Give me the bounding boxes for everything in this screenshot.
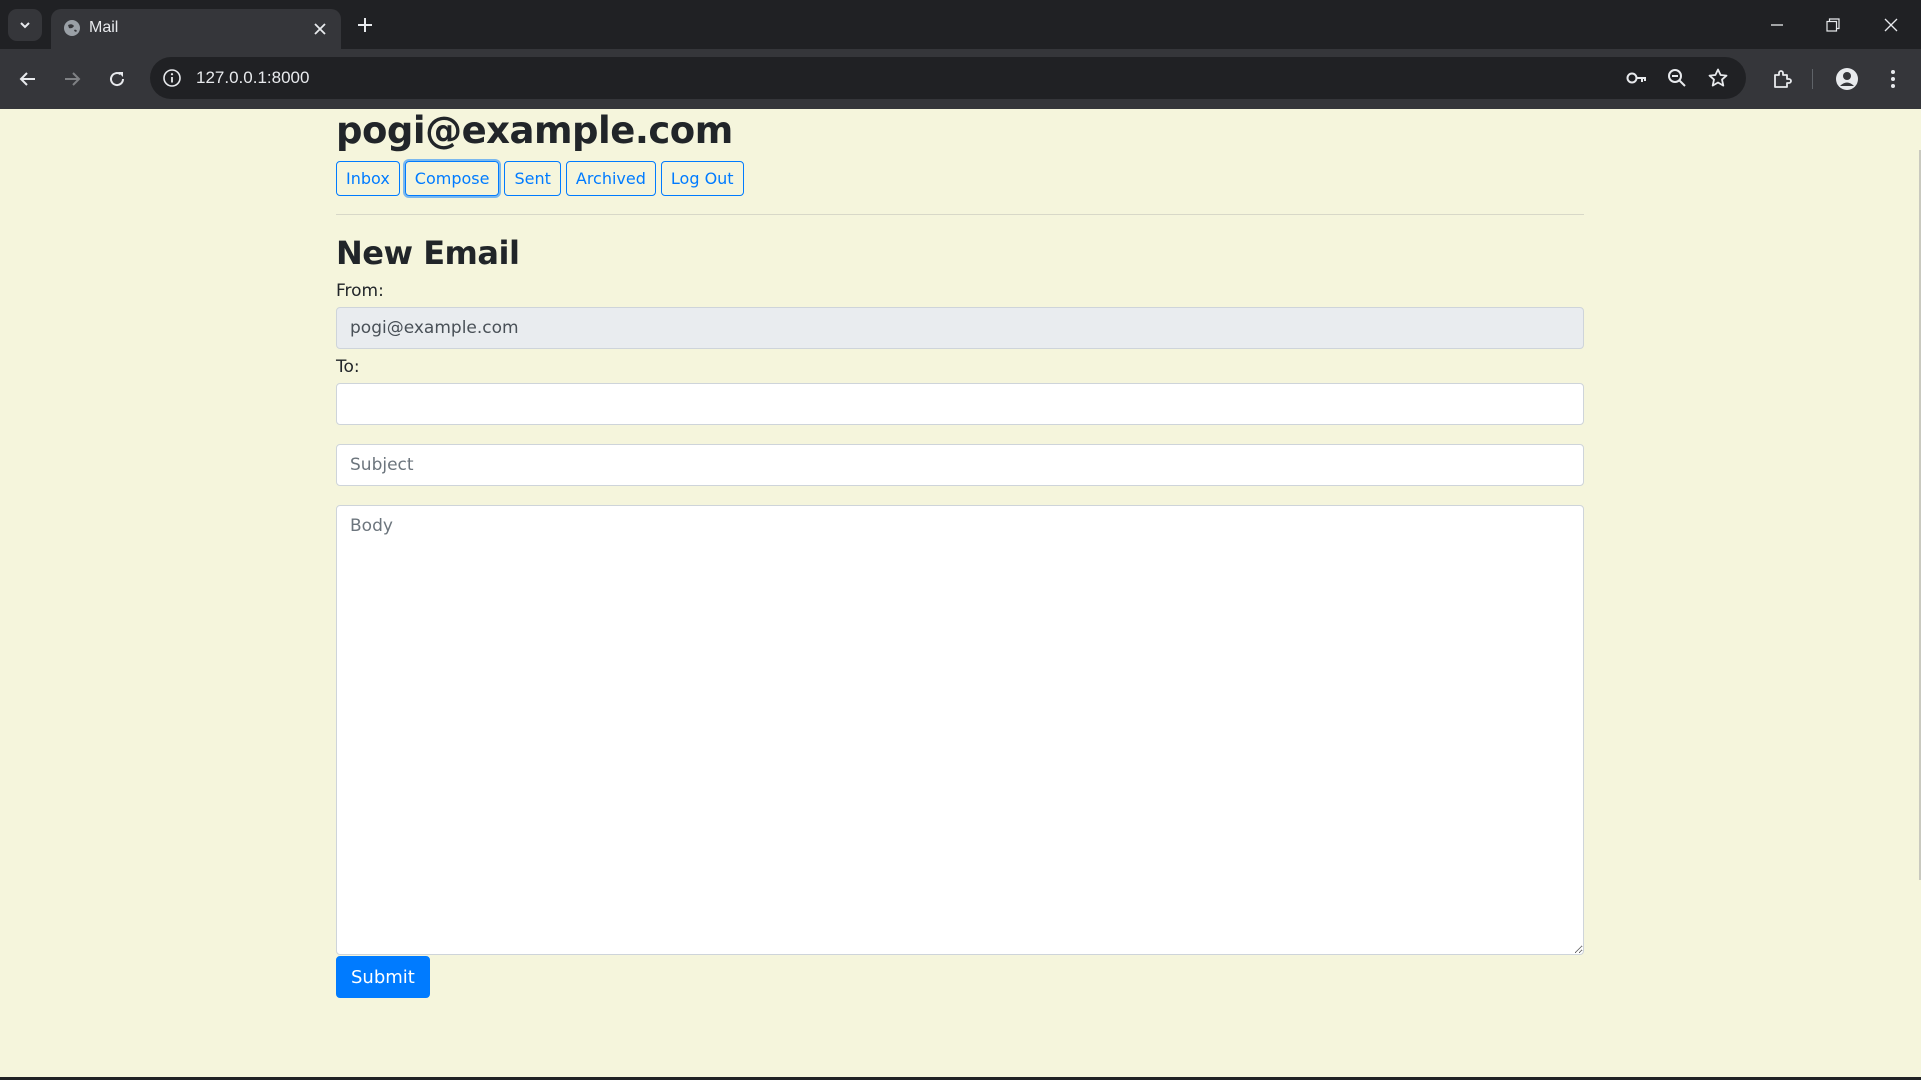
tab-search-button[interactable] xyxy=(8,9,42,41)
star-icon xyxy=(1708,68,1728,87)
to-field[interactable] xyxy=(336,383,1584,425)
from-field xyxy=(336,307,1584,349)
profile-button[interactable] xyxy=(1832,64,1862,94)
extensions-button[interactable] xyxy=(1767,64,1797,94)
toolbar-separator xyxy=(1812,69,1813,89)
globe-icon xyxy=(64,20,80,36)
restore-button[interactable] xyxy=(1820,12,1846,38)
browser-menu-button[interactable] xyxy=(1878,64,1908,94)
browser-toolbar: 127.0.0.1:8000 xyxy=(0,49,1921,109)
back-button[interactable] xyxy=(13,64,43,94)
from-label: From: xyxy=(336,281,384,301)
compose-button[interactable]: Compose xyxy=(404,161,500,196)
profile-icon xyxy=(1836,68,1858,90)
sent-button[interactable]: Sent xyxy=(504,161,561,196)
address-bar[interactable]: 127.0.0.1:8000 xyxy=(150,57,1746,99)
mail-app: pogi@example.com Inbox Compose Sent Arch… xyxy=(336,109,1584,998)
zoom-button[interactable] xyxy=(1666,67,1688,89)
compose-heading: New Email xyxy=(336,234,520,272)
to-label: To: xyxy=(336,357,360,377)
tab-search-icon xyxy=(20,22,30,29)
tab-title: Mail xyxy=(89,19,119,36)
bookmark-button[interactable] xyxy=(1707,67,1729,89)
tab-close-button[interactable] xyxy=(309,18,331,40)
divider xyxy=(336,214,1584,215)
zoom-out-icon xyxy=(1668,69,1686,87)
mail-nav: Inbox Compose Sent Archived Log Out xyxy=(336,161,1584,196)
body-textarea[interactable] xyxy=(336,505,1584,955)
back-arrow-icon xyxy=(19,72,35,86)
close-icon xyxy=(314,23,326,35)
compose-form: From: To: Submit xyxy=(336,281,1584,998)
subject-input[interactable] xyxy=(336,444,1584,486)
key-icon xyxy=(1626,72,1646,84)
reload-button[interactable] xyxy=(102,64,132,94)
reload-icon xyxy=(110,72,125,87)
url-text[interactable]: 127.0.0.1:8000 xyxy=(196,68,309,88)
window-close-icon xyxy=(1884,18,1898,32)
browser-tab-mail[interactable]: Mail xyxy=(51,9,341,49)
window-close-button[interactable] xyxy=(1878,12,1904,38)
restore-icon xyxy=(1826,18,1840,32)
archived-button[interactable]: Archived xyxy=(565,161,656,196)
more-vert-icon xyxy=(1891,70,1895,88)
forward-button[interactable] xyxy=(57,64,87,94)
user-email-heading: pogi@example.com xyxy=(336,109,733,152)
submit-button[interactable]: Submit xyxy=(336,956,430,998)
inbox-button[interactable]: Inbox xyxy=(336,161,400,196)
logout-button[interactable]: Log Out xyxy=(660,161,744,196)
plus-icon xyxy=(358,18,372,32)
info-icon[interactable] xyxy=(162,68,182,88)
password-key-button[interactable] xyxy=(1626,67,1648,89)
extensions-icon xyxy=(1774,70,1792,88)
browser-tab-bar: Mail xyxy=(0,0,1921,49)
forward-arrow-icon xyxy=(65,72,81,86)
minimize-button[interactable] xyxy=(1764,12,1790,38)
new-tab-button[interactable] xyxy=(352,12,378,38)
minimize-icon xyxy=(1771,24,1783,26)
